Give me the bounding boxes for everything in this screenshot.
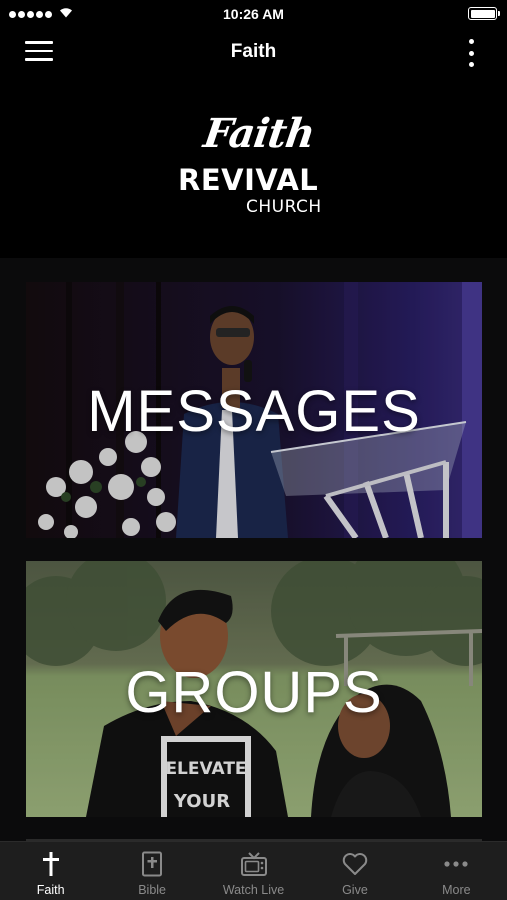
nav-bar: Faith — [0, 28, 507, 76]
tv-icon — [240, 852, 267, 876]
tab-bar: Faith Bible Watch Live Give More — [0, 841, 507, 900]
tab-more-label: More — [442, 883, 471, 897]
tab-more[interactable]: More — [406, 842, 507, 900]
tab-give[interactable]: Give — [304, 842, 405, 900]
logo-script-text: Faith — [200, 110, 318, 157]
home-content: MESSAGES ELEVATE YOUR GROUPS — [0, 258, 507, 841]
messages-label: MESSAGES — [87, 379, 421, 444]
messages-tile[interactable]: MESSAGES — [26, 282, 482, 538]
tab-bible[interactable]: Bible — [101, 842, 202, 900]
tab-give-label: Give — [342, 883, 368, 897]
logo-revival-text: REVIVAL — [178, 163, 319, 197]
status-bar: 10:26 AM — [0, 0, 507, 28]
groups-label: GROUPS — [125, 660, 383, 725]
more-options-icon[interactable] — [465, 39, 477, 67]
heart-icon — [342, 853, 368, 875]
tab-watch-live-label: Watch Live — [222, 883, 285, 897]
groups-tile[interactable]: ELEVATE YOUR GROUPS — [26, 561, 482, 817]
church-logo-banner: Faith REVIVAL CHURCH — [0, 76, 507, 258]
tab-faith[interactable]: Faith — [0, 842, 101, 900]
cross-icon — [42, 852, 59, 876]
more-dots-icon — [444, 861, 468, 867]
tab-bible-label: Bible — [138, 883, 166, 897]
tab-faith-label: Faith — [36, 883, 65, 897]
church-logo: Faith REVIVAL CHURCH — [174, 110, 334, 220]
page-title: Faith — [230, 41, 277, 62]
battery-icon — [468, 7, 500, 20]
logo-church-text: CHURCH — [246, 197, 322, 217]
bible-icon — [142, 851, 163, 877]
tab-watch-live[interactable]: Watch Live — [203, 842, 304, 900]
status-time: 10:26 AM — [223, 6, 284, 22]
